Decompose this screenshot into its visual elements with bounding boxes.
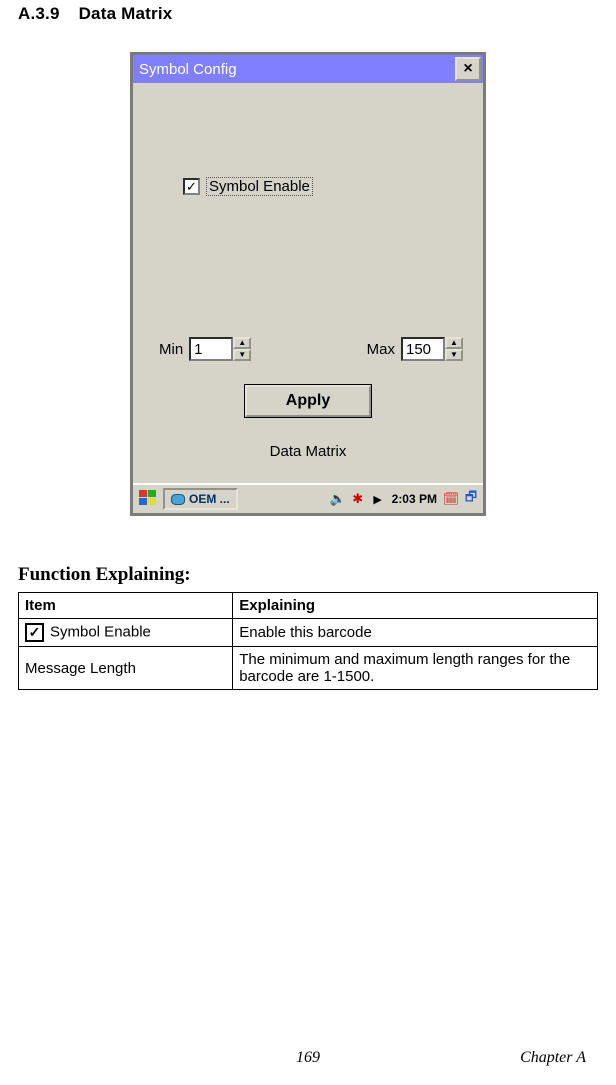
max-up-button[interactable]: ▲ [445, 337, 463, 349]
page-number: 169 [296, 1049, 320, 1067]
function-explaining-heading: Function Explaining: [18, 564, 598, 586]
close-button[interactable]: × [455, 57, 481, 81]
start-button[interactable] [137, 489, 159, 509]
table-head-row: Item Explaining [19, 593, 598, 619]
minmax-row: Min 1 ▲ ▼ Max 150 ▲ [159, 337, 463, 361]
max-group: Max 150 ▲ ▼ [367, 337, 463, 361]
dialog-screenshot: Symbol Config × ✓ Symbol Enable Min 1 ▲ … [130, 52, 486, 516]
taskbar-task[interactable]: OEM ... [163, 488, 238, 510]
cell-item: Message Length [19, 647, 233, 690]
cell-explain: Enable this barcode [233, 619, 598, 647]
page-footer: 169 Chapter A [0, 1049, 616, 1067]
max-spinner: 150 ▲ ▼ [401, 337, 463, 361]
checkbox-icon: ✓ [25, 623, 44, 642]
section-heading: A.3.9 Data Matrix [18, 4, 598, 24]
min-input[interactable]: 1 [189, 337, 233, 361]
th-explaining: Explaining [233, 593, 598, 619]
cell-explain: The minimum and maximum length ranges fo… [233, 647, 598, 690]
section-title: Data Matrix [79, 4, 173, 23]
network-icon[interactable]: ✱ [350, 491, 366, 507]
min-group: Min 1 ▲ ▼ [159, 337, 251, 361]
dialog-title: Symbol Config [139, 61, 237, 78]
explain-table: Item Explaining ✓ Symbol Enable Enable th… [18, 592, 598, 690]
task-label: OEM ... [189, 492, 230, 506]
enable-checkbox[interactable]: ✓ [183, 178, 200, 195]
th-item: Item [19, 593, 233, 619]
titlebar: Symbol Config × [133, 55, 483, 83]
max-label: Max [367, 341, 395, 358]
close-icon: × [463, 61, 472, 77]
row0-item: Symbol Enable [50, 623, 151, 640]
apply-button[interactable]: Apply [245, 385, 371, 417]
min-up-button[interactable]: ▲ [233, 337, 251, 349]
tray: 🔈 ✱ ▶ 2:03 PM 🗓 🗗 [330, 491, 479, 507]
chapter-label: Chapter A [520, 1049, 586, 1067]
cell-item: ✓ Symbol Enable [19, 619, 233, 647]
taskbar: OEM ... 🔈 ✱ ▶ 2:03 PM 🗓 🗗 [133, 483, 483, 513]
desktop-icon[interactable]: 🗗 [463, 491, 479, 507]
signal-icon[interactable]: ▶ [370, 491, 386, 507]
calendar-icon[interactable]: 🗓 [443, 491, 459, 507]
section-number: A.3.9 [18, 4, 60, 23]
apply-label: Apply [286, 392, 330, 410]
flag-icon [139, 490, 147, 497]
table-row: ✓ Symbol Enable Enable this barcode [19, 619, 598, 647]
taskbar-clock[interactable]: 2:03 PM [392, 492, 437, 506]
enable-label: Symbol Enable [206, 177, 313, 196]
oem-icon [171, 494, 185, 505]
min-down-button[interactable]: ▼ [233, 349, 251, 361]
dialog-body: ✓ Symbol Enable Min 1 ▲ ▼ Max [133, 83, 483, 483]
min-spinner: 1 ▲ ▼ [189, 337, 251, 361]
table-row: Message Length The minimum and maximum l… [19, 647, 598, 690]
min-label: Min [159, 341, 183, 358]
max-down-button[interactable]: ▼ [445, 349, 463, 361]
dialog-subtitle: Data Matrix [133, 443, 483, 460]
speaker-icon[interactable]: 🔈 [330, 491, 346, 507]
max-input[interactable]: 150 [401, 337, 445, 361]
enable-row: ✓ Symbol Enable [183, 177, 313, 196]
